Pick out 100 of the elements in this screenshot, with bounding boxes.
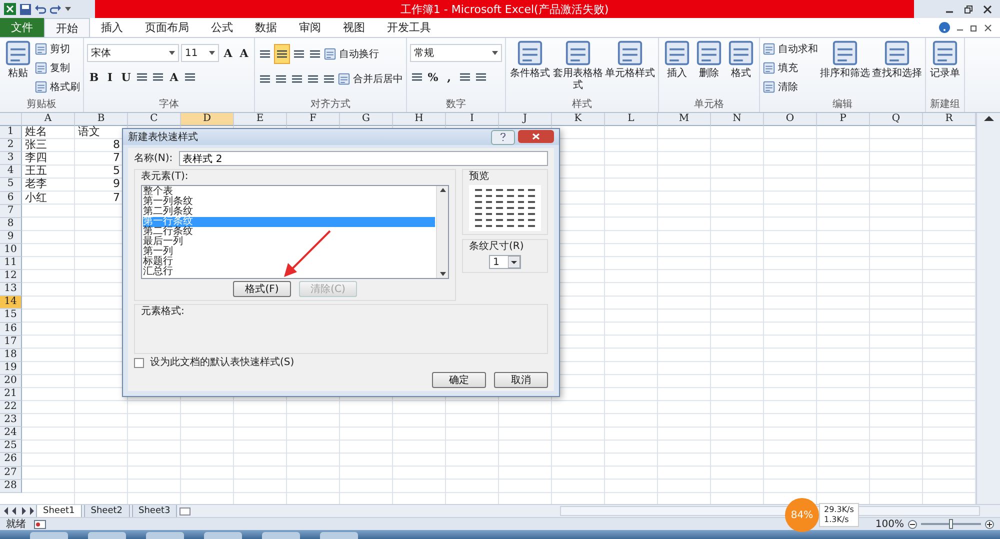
ribbon-button[interactable]: 自动换行 — [324, 45, 379, 63]
ribbon-button[interactable]: 查找和选择 — [872, 40, 922, 96]
column-header[interactable]: Q — [870, 113, 923, 126]
column-header[interactable]: A — [22, 113, 75, 126]
ribbon-button[interactable]: 套用表格格式 — [553, 40, 603, 96]
ribbon-tab[interactable]: 开发工具 — [376, 18, 442, 37]
dropdown-field[interactable]: 11 — [181, 44, 219, 62]
ribbon-button[interactable]: 合并后居中 — [338, 70, 403, 88]
ribbon-tab[interactable]: 数据 — [244, 18, 288, 37]
column-header[interactable]: C — [128, 113, 181, 126]
sheet-nav-icon[interactable] — [4, 507, 34, 515]
macro-record-icon[interactable] — [34, 520, 46, 528]
row-header[interactable]: 12 — [0, 270, 22, 284]
ribbon-button[interactable]: 记录单 — [929, 40, 961, 96]
dropdown-field[interactable]: 宋体 — [87, 44, 179, 62]
list-item[interactable]: 标题行 — [143, 257, 435, 267]
dropdown-field[interactable]: 常规 — [410, 44, 502, 62]
format-button[interactable]: , — [442, 68, 456, 86]
list-item[interactable]: 最后一列 — [143, 237, 435, 247]
sheet-tab[interactable]: Sheet2 — [84, 504, 130, 518]
column-header[interactable]: J — [499, 113, 552, 126]
ribbon-button[interactable]: 填充 — [763, 59, 818, 77]
checkbox[interactable] — [134, 358, 144, 368]
format-button[interactable]: A — [167, 68, 181, 86]
ribbon-button[interactable]: 排序和筛选 — [820, 40, 870, 96]
row-header[interactable]: 9 — [0, 230, 22, 244]
column-header[interactable]: R — [923, 113, 976, 126]
ribbon-button[interactable]: 格式刷 — [35, 78, 80, 96]
column-header[interactable]: G — [340, 113, 393, 126]
stripe-size-select[interactable]: 1 — [489, 255, 521, 269]
format-button[interactable]: I — [103, 68, 117, 86]
list-item[interactable]: 整个表 — [143, 187, 435, 197]
ribbon-tab[interactable]: 插入 — [90, 18, 134, 37]
column-header[interactable]: F — [287, 113, 340, 126]
column-header[interactable]: D — [181, 113, 234, 126]
zoom-slider-thumb[interactable] — [949, 519, 953, 529]
help-button[interactable] — [491, 130, 515, 144]
row-header[interactable]: 23 — [0, 414, 22, 428]
vertical-scrollbar[interactable] — [976, 113, 1000, 504]
restore-icon[interactable] — [964, 4, 973, 14]
column-header[interactable]: H — [393, 113, 446, 126]
column-header[interactable]: M — [658, 113, 711, 126]
ribbon-button[interactable]: 粘贴 — [3, 40, 33, 96]
list-item[interactable]: 第二列条纹 — [143, 207, 435, 217]
ribbon-tab[interactable]: 视图 — [332, 18, 376, 37]
close-icon[interactable] — [983, 4, 992, 14]
ribbon-button[interactable]: 清除 — [763, 78, 818, 96]
ok-button[interactable]: 确定 — [432, 372, 486, 388]
ribbon-tab[interactable]: 审阅 — [288, 18, 332, 37]
sheet-tab[interactable]: Sheet3 — [132, 504, 178, 518]
ribbon-button[interactable]: 剪切 — [35, 40, 80, 58]
column-header[interactable]: L — [605, 113, 658, 126]
ribbon-button[interactable]: 复制 — [35, 59, 80, 77]
column-header[interactable]: B — [75, 113, 128, 126]
row-header[interactable]: 14 — [0, 296, 22, 310]
format-button[interactable]: A — [221, 44, 235, 62]
column-header[interactable]: O — [764, 113, 817, 126]
row-header[interactable]: 7 — [0, 204, 22, 218]
column-header[interactable]: P — [817, 113, 870, 126]
cancel-button[interactable]: 取消 — [494, 372, 548, 388]
format-button[interactable]: % — [426, 68, 440, 86]
row-header[interactable]: 6 — [0, 192, 22, 205]
column-header[interactable]: K — [552, 113, 605, 126]
help-icon[interactable] — [939, 22, 950, 33]
list-item[interactable]: 第一列 — [143, 247, 435, 257]
ribbon-button[interactable]: 条件格式 — [509, 40, 551, 96]
row-header[interactable]: 22 — [0, 401, 22, 414]
close-icon[interactable] — [984, 24, 992, 32]
ribbon-tab[interactable]: 开始 — [44, 18, 90, 37]
toolbar-button[interactable] — [274, 44, 290, 64]
insert-sheet-icon[interactable] — [179, 506, 192, 516]
row-header[interactable]: 3 — [0, 152, 22, 166]
column-header[interactable]: N — [711, 113, 764, 126]
row-header[interactable]: 10 — [0, 244, 22, 258]
row-header[interactable]: 27 — [0, 466, 22, 480]
list-item[interactable]: 汇总行 — [143, 267, 435, 277]
ribbon-tab[interactable]: 页面布局 — [134, 18, 200, 37]
scroll-up-icon[interactable] — [984, 115, 994, 121]
row-header[interactable]: 19 — [0, 362, 22, 375]
list-scrollbar[interactable] — [436, 186, 448, 278]
row-header[interactable]: 26 — [0, 453, 22, 467]
ribbon-button[interactable]: 单元格样式 — [605, 40, 655, 96]
row-header[interactable]: 24 — [0, 427, 22, 440]
close-button[interactable] — [518, 130, 554, 142]
row-header[interactable]: 25 — [0, 440, 22, 454]
row-header[interactable]: 16 — [0, 322, 22, 336]
ribbon-tab[interactable]: 公式 — [200, 18, 244, 37]
row-header[interactable]: 8 — [0, 218, 22, 231]
row-header[interactable]: 11 — [0, 257, 22, 270]
format-button[interactable]: 格式(F) — [233, 281, 291, 297]
row-header[interactable]: 28 — [0, 480, 22, 493]
row-header[interactable]: 1 — [0, 126, 22, 140]
format-button[interactable]: B — [87, 68, 101, 86]
format-button[interactable]: A — [237, 44, 251, 62]
row-header[interactable]: 21 — [0, 388, 22, 402]
row-header[interactable]: 17 — [0, 336, 22, 349]
ribbon-tab[interactable]: 文件 — [0, 18, 44, 37]
zoom-in-icon[interactable] — [985, 520, 994, 528]
row-header[interactable]: 13 — [0, 283, 22, 296]
restore-icon[interactable] — [970, 24, 978, 32]
